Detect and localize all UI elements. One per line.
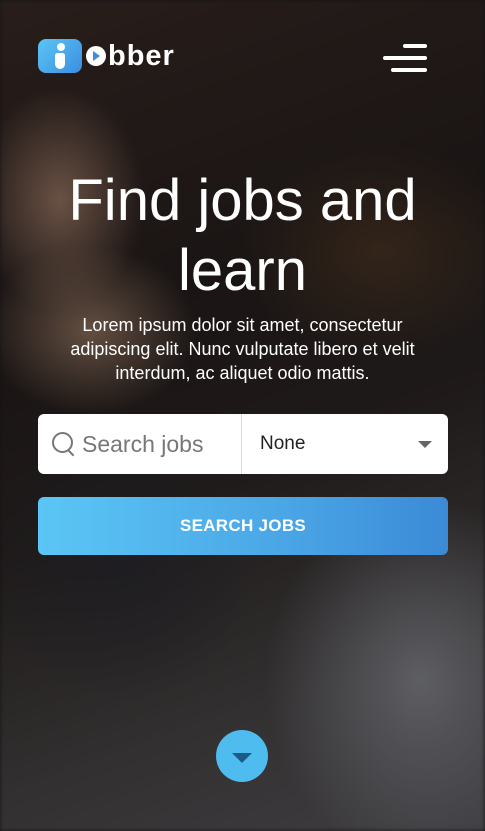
search-input[interactable] <box>82 430 232 458</box>
scroll-down-button[interactable] <box>216 730 268 782</box>
search-field[interactable] <box>38 414 242 474</box>
search-icon <box>52 432 76 456</box>
chevron-down-icon <box>232 753 252 763</box>
page-title: Find jobs and learn <box>68 168 417 303</box>
hero-subtitle: Lorem ipsum dolor sit amet, consectetur … <box>70 315 415 383</box>
search-jobs-button[interactable]: SEARCH JOBS <box>38 497 448 555</box>
chevron-down-icon <box>418 440 432 448</box>
jobber-logo-icon <box>38 39 82 73</box>
play-icon <box>86 46 106 66</box>
hamburger-menu-icon[interactable] <box>383 42 427 76</box>
category-select[interactable]: None <box>242 414 448 474</box>
logo-text: bber <box>108 39 175 72</box>
logo[interactable]: bber <box>38 39 175 73</box>
search-form: None <box>38 414 448 474</box>
category-select-value: None <box>260 433 306 454</box>
logo-wordmark: bber <box>86 40 175 73</box>
hero-section: bber Find jobs and learn Lorem ipsum dol… <box>0 0 485 831</box>
